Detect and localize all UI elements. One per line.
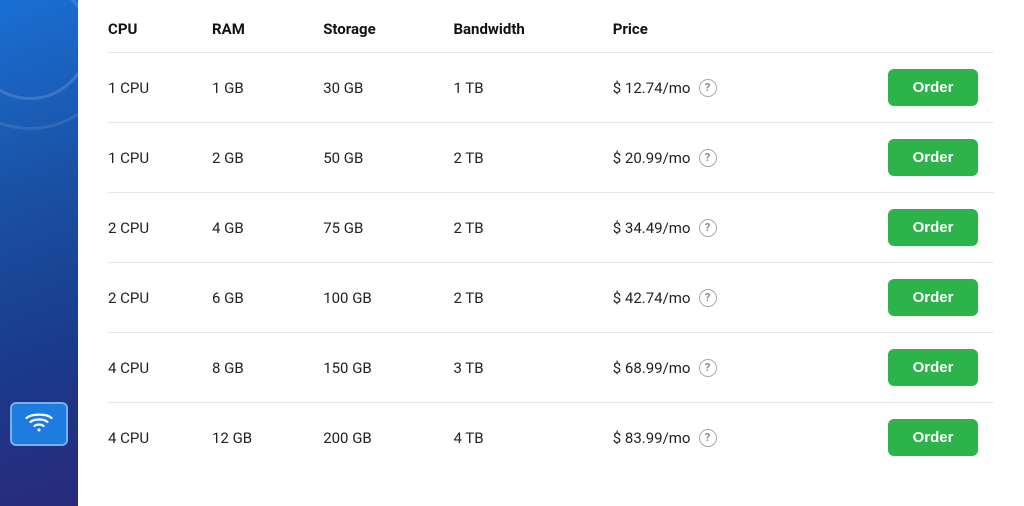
wifi-icon	[25, 413, 53, 435]
table-row: 1 CPU2 GB50 GB2 TB$ 20.99/mo?Order	[108, 123, 994, 193]
cell-ram: 2 GB	[196, 123, 307, 193]
cell-cpu: 4 CPU	[108, 403, 196, 473]
cell-price: $ 20.99/mo?	[597, 123, 806, 193]
cell-storage: 30 GB	[307, 53, 437, 123]
sidebar	[0, 0, 78, 506]
sidebar-device-icon	[10, 402, 68, 446]
cell-cpu: 4 CPU	[108, 333, 196, 403]
table-row: 4 CPU12 GB200 GB4 TB$ 83.99/mo?Order	[108, 403, 994, 473]
help-icon[interactable]: ?	[699, 289, 717, 307]
price-value: $ 34.49/mo	[613, 219, 691, 237]
cell-ram: 6 GB	[196, 263, 307, 333]
cell-bandwidth: 4 TB	[437, 403, 596, 473]
header-bandwidth: Bandwidth	[437, 20, 596, 53]
cell-bandwidth: 2 TB	[437, 193, 596, 263]
cell-ram: 4 GB	[196, 193, 307, 263]
cell-action: Order	[806, 333, 994, 403]
cell-bandwidth: 1 TB	[437, 53, 596, 123]
table-row: 1 CPU1 GB30 GB1 TB$ 12.74/mo?Order	[108, 53, 994, 123]
order-button[interactable]: Order	[888, 349, 978, 386]
table-row: 4 CPU8 GB150 GB3 TB$ 68.99/mo?Order	[108, 333, 994, 403]
table-row: 2 CPU6 GB100 GB2 TB$ 42.74/mo?Order	[108, 263, 994, 333]
help-icon[interactable]: ?	[699, 429, 717, 447]
cell-action: Order	[806, 53, 994, 123]
price-value: $ 42.74/mo	[613, 289, 691, 307]
cell-cpu: 1 CPU	[108, 123, 196, 193]
header-ram: RAM	[196, 20, 307, 53]
order-button[interactable]: Order	[888, 419, 978, 456]
cell-action: Order	[806, 123, 994, 193]
cell-bandwidth: 2 TB	[437, 123, 596, 193]
pricing-table: CPU RAM Storage Bandwidth Price 1 CPU1 G…	[108, 20, 994, 472]
cell-price: $ 83.99/mo?	[597, 403, 806, 473]
cell-bandwidth: 2 TB	[437, 263, 596, 333]
cell-storage: 75 GB	[307, 193, 437, 263]
cell-action: Order	[806, 193, 994, 263]
help-icon[interactable]: ?	[699, 79, 717, 97]
price-value: $ 12.74/mo	[613, 79, 691, 97]
price-value: $ 20.99/mo	[613, 149, 691, 167]
cell-action: Order	[806, 263, 994, 333]
cell-price: $ 12.74/mo?	[597, 53, 806, 123]
cell-storage: 100 GB	[307, 263, 437, 333]
price-value: $ 83.99/mo	[613, 429, 691, 447]
help-icon[interactable]: ?	[699, 359, 717, 377]
cell-action: Order	[806, 403, 994, 473]
order-button[interactable]: Order	[888, 209, 978, 246]
cell-cpu: 1 CPU	[108, 53, 196, 123]
cell-ram: 12 GB	[196, 403, 307, 473]
table-row: 2 CPU4 GB75 GB2 TB$ 34.49/mo?Order	[108, 193, 994, 263]
help-icon[interactable]: ?	[699, 219, 717, 237]
order-button[interactable]: Order	[888, 279, 978, 316]
cell-ram: 1 GB	[196, 53, 307, 123]
cell-price: $ 42.74/mo?	[597, 263, 806, 333]
order-button[interactable]: Order	[888, 139, 978, 176]
price-value: $ 68.99/mo	[613, 359, 691, 377]
cell-ram: 8 GB	[196, 333, 307, 403]
cell-storage: 150 GB	[307, 333, 437, 403]
cell-bandwidth: 3 TB	[437, 333, 596, 403]
header-price: Price	[597, 20, 806, 53]
cell-price: $ 68.99/mo?	[597, 333, 806, 403]
cell-cpu: 2 CPU	[108, 193, 196, 263]
order-button[interactable]: Order	[888, 69, 978, 106]
cell-storage: 50 GB	[307, 123, 437, 193]
header-cpu: CPU	[108, 20, 196, 53]
cell-price: $ 34.49/mo?	[597, 193, 806, 263]
cell-cpu: 2 CPU	[108, 263, 196, 333]
main-content: CPU RAM Storage Bandwidth Price 1 CPU1 G…	[78, 0, 1024, 506]
header-storage: Storage	[307, 20, 437, 53]
help-icon[interactable]: ?	[699, 149, 717, 167]
sidebar-arc2-decoration	[0, 0, 78, 130]
cell-storage: 200 GB	[307, 403, 437, 473]
header-action	[806, 20, 994, 53]
